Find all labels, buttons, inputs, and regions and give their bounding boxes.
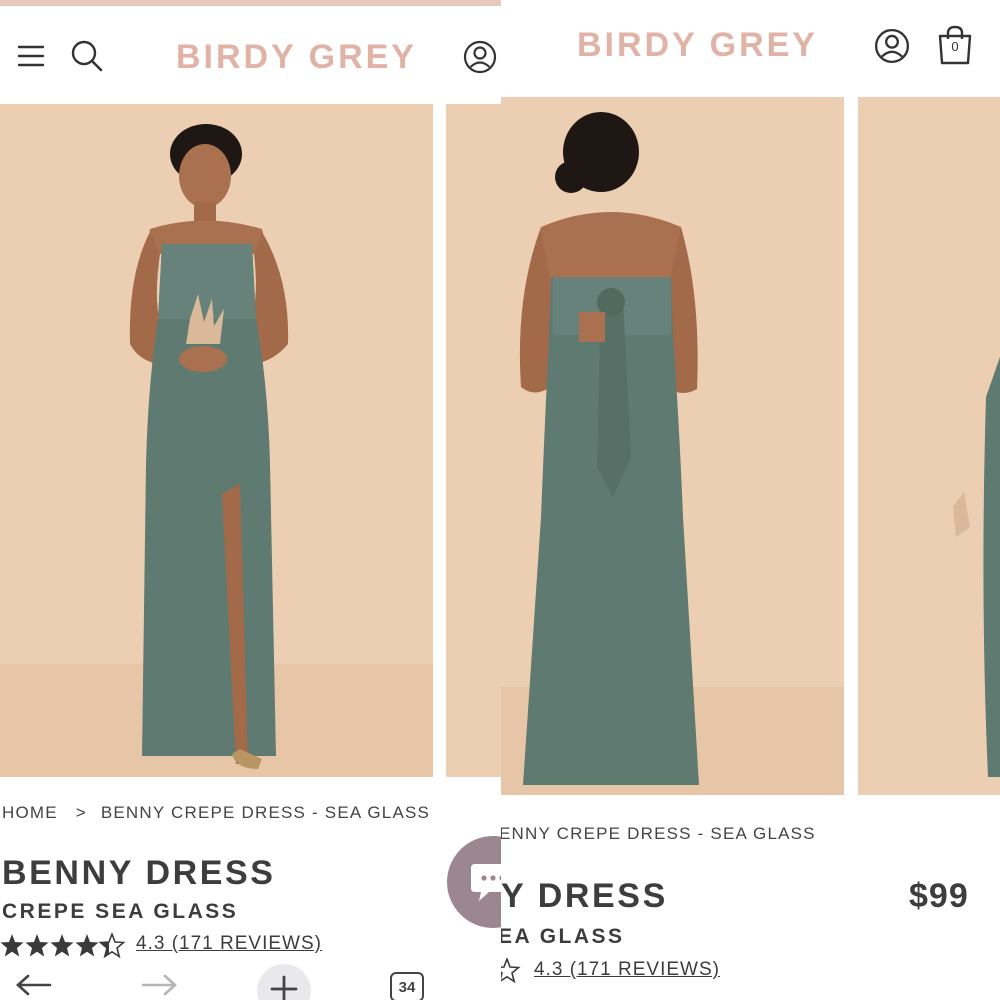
star-rating <box>501 956 521 989</box>
chat-button[interactable] <box>447 836 501 928</box>
chat-bubble-icon <box>469 860 501 909</box>
breadcrumb-current: BENNY CREPE DRESS - SEA GLASS <box>100 803 431 822</box>
browser-toolbar: 34 <box>0 960 501 1000</box>
user-account-icon[interactable] <box>463 40 497 79</box>
new-tab-button[interactable] <box>257 964 311 1000</box>
product-price: $99 <box>909 877 969 915</box>
reviews-link-text[interactable]: 4.3 (171 REVIEWS) <box>534 959 720 980</box>
left-screenshot: BIRDY GREY HOME > BENNY CREPE DRESS - SE… <box>0 0 501 1000</box>
product-image-back[interactable] <box>501 97 844 795</box>
product-image-front[interactable] <box>0 104 433 777</box>
reviews-link[interactable]: 4.3 (171 REVIEWS) <box>136 933 322 955</box>
cart-button[interactable]: 0 <box>936 24 974 66</box>
breadcrumb-separator: > <box>75 803 87 822</box>
reviews-link-text[interactable]: 4.3 (171 REVIEWS) <box>136 933 322 954</box>
plus-icon <box>270 975 298 1000</box>
back-arrow-icon[interactable] <box>15 974 53 1000</box>
breadcrumb-home[interactable]: HOME <box>2 803 58 822</box>
product-title: Y DRESS <box>501 877 668 915</box>
cart-count: 0 <box>951 39 959 54</box>
site-header: BIRDY GREY 0 <box>501 0 1000 96</box>
product-image-next-peek[interactable] <box>858 97 1000 795</box>
product-image-next-peek[interactable] <box>446 104 501 777</box>
breadcrumb: HOME > BENNY CREPE DRESS - SEA GLASS <box>2 803 430 823</box>
user-account-icon[interactable] <box>874 28 910 69</box>
forward-arrow-icon[interactable] <box>140 974 178 1000</box>
search-icon[interactable] <box>70 39 104 78</box>
site-header: BIRDY GREY <box>0 6 501 104</box>
breadcrumb-current: ENNY CREPE DRESS - SEA GLASS <box>501 824 816 843</box>
brand-logo[interactable]: BIRDY GREY <box>176 38 417 77</box>
reviews-link[interactable]: 4.3 (171 REVIEWS) <box>534 959 720 981</box>
product-title: BENNY DRESS <box>2 854 276 892</box>
product-subtitle: CREPE SEA GLASS <box>2 900 239 923</box>
brand-logo[interactable]: BIRDY GREY <box>577 26 818 65</box>
tab-count-badge[interactable]: 34 <box>390 972 424 1000</box>
right-screenshot: BIRDY GREY 0 ENNY CREPE DRESS - SEA GLAS… <box>501 0 1000 1000</box>
hamburger-menu-icon[interactable] <box>17 44 45 73</box>
product-subtitle: EA GLASS <box>501 925 625 948</box>
